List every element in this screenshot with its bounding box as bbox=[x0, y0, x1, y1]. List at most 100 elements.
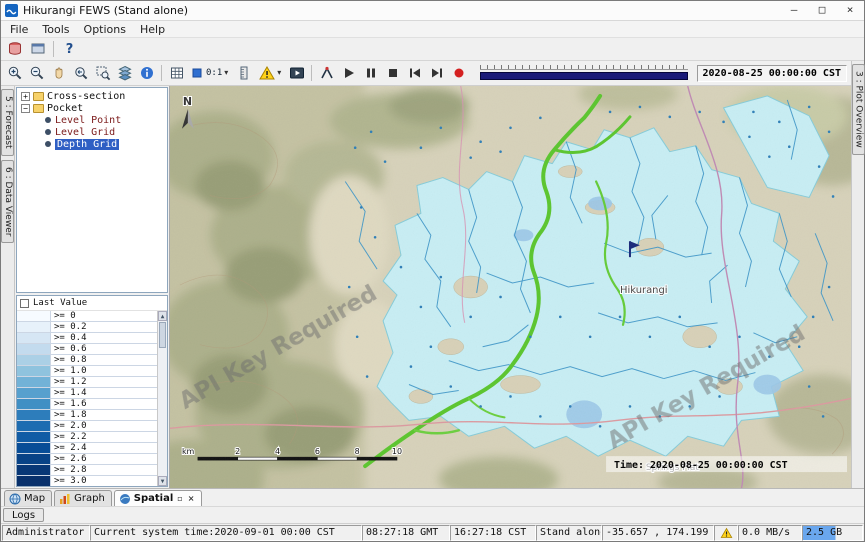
status-coordinates: -35.657 , 174.199 bbox=[602, 525, 714, 541]
time-slider-bar[interactable] bbox=[480, 72, 687, 80]
legend-swatch bbox=[17, 366, 51, 376]
map-toolbar: 0:1 ▾ ▾ bbox=[1, 61, 851, 86]
legend-header: Last Value bbox=[17, 296, 167, 311]
menu-options[interactable]: Options bbox=[77, 22, 133, 37]
layers-button[interactable] bbox=[114, 63, 135, 84]
legend-row: >= 1.2 bbox=[17, 377, 157, 388]
last-value-label: Last Value bbox=[33, 298, 87, 308]
tree-node-label: Pocket bbox=[47, 103, 83, 114]
help-button[interactable]: ? bbox=[59, 39, 80, 60]
warning-icon bbox=[720, 527, 733, 539]
animation-display-button[interactable] bbox=[286, 63, 307, 84]
view-tab-bar: Map Graph Spatial ▫ × bbox=[1, 488, 864, 506]
info-button[interactable] bbox=[136, 63, 157, 84]
toolbar-separator bbox=[53, 41, 54, 57]
pause-button[interactable] bbox=[360, 63, 381, 84]
undock-tab-icon[interactable]: ▫ bbox=[176, 495, 183, 503]
go-to-end-button[interactable] bbox=[426, 63, 447, 84]
tree-leaf-level-grid[interactable]: Level Grid bbox=[17, 126, 167, 138]
play-button[interactable] bbox=[338, 63, 359, 84]
zoom-in-button[interactable] bbox=[4, 63, 25, 84]
tab-forecast[interactable]: 5 : Forecast bbox=[1, 89, 14, 156]
last-value-checkbox[interactable] bbox=[20, 299, 29, 308]
legend-label: >= 0.6 bbox=[51, 344, 157, 354]
legend-swatch bbox=[17, 377, 51, 387]
tree-leaf-level-point[interactable]: Level Point bbox=[17, 114, 167, 126]
legend-swatch bbox=[17, 388, 51, 398]
tree-leaf-depth-grid[interactable]: Depth Grid bbox=[17, 138, 167, 150]
legend-swatch bbox=[17, 443, 51, 453]
longitudinal-section-button[interactable] bbox=[316, 63, 337, 84]
legend-scrollbar[interactable]: ▲ ▼ bbox=[157, 311, 167, 486]
explorer-button[interactable] bbox=[27, 39, 48, 60]
legend-label: >= 2.8 bbox=[51, 465, 157, 475]
close-button[interactable]: × bbox=[836, 1, 864, 20]
chevron-down-icon: ▾ bbox=[277, 69, 281, 77]
zoom-out-button[interactable] bbox=[26, 63, 47, 84]
status-warning-cell[interactable] bbox=[714, 525, 738, 541]
minimize-button[interactable]: — bbox=[780, 1, 808, 20]
record-button[interactable] bbox=[448, 63, 469, 84]
legend-row: >= 0.8 bbox=[17, 355, 157, 366]
warning-icon bbox=[259, 65, 275, 81]
legend-swatch bbox=[17, 421, 51, 431]
tree-node-pocket[interactable]: − Pocket bbox=[17, 102, 167, 114]
database-icon bbox=[7, 41, 23, 57]
value-scale-icon bbox=[192, 65, 204, 81]
legend-label: >= 1.0 bbox=[51, 366, 157, 376]
logs-button[interactable]: Logs bbox=[3, 508, 44, 522]
legend-row: >= 3.0 bbox=[17, 476, 157, 487]
scroll-down-icon[interactable]: ▼ bbox=[158, 476, 167, 486]
tree-leaf-label-selected: Depth Grid bbox=[55, 139, 119, 150]
pan-button[interactable] bbox=[48, 63, 69, 84]
tab-plot-overview[interactable]: 3 : Plot Overview bbox=[852, 64, 865, 155]
time-slider[interactable] bbox=[480, 65, 687, 81]
stop-button[interactable] bbox=[382, 63, 403, 84]
tab-graph[interactable]: Graph bbox=[54, 490, 112, 506]
legend-row: >= 0.2 bbox=[17, 322, 157, 333]
title-bar: Hikurangi FEWS (Stand alone) — □ × bbox=[1, 1, 864, 21]
tree-node-label: Cross-section bbox=[47, 91, 125, 102]
layers-icon bbox=[117, 65, 133, 81]
tab-spatial[interactable]: Spatial ▫ × bbox=[114, 490, 203, 506]
left-shortcut-strip: 5 : Forecast 6 : Data Viewer bbox=[1, 86, 15, 488]
zoom-extent-button[interactable] bbox=[92, 63, 113, 84]
map-view[interactable]: API Key Required API Key Required Hikura… bbox=[169, 86, 851, 488]
collapse-minus-icon[interactable]: − bbox=[21, 104, 30, 113]
menu-help[interactable]: Help bbox=[133, 22, 172, 37]
play-icon bbox=[341, 65, 357, 81]
maximize-button[interactable]: □ bbox=[808, 1, 836, 20]
legend-table: >= 0 >= 0.2 >= 0.4 >= 0.6 >= 0.8 >= 1.0 … bbox=[17, 311, 157, 486]
go-to-start-button[interactable] bbox=[404, 63, 425, 84]
profile-ruler-button[interactable] bbox=[233, 63, 254, 84]
status-dot-icon bbox=[45, 141, 51, 147]
close-tab-icon[interactable]: × bbox=[187, 495, 196, 503]
map-canvas[interactable]: API Key Required API Key Required Hikura… bbox=[170, 86, 851, 488]
record-icon bbox=[451, 65, 467, 81]
open-database-button[interactable] bbox=[4, 39, 25, 60]
grid-display-button[interactable] bbox=[166, 63, 187, 84]
app-logo-icon bbox=[5, 4, 18, 17]
skip-start-icon bbox=[407, 65, 423, 81]
right-shortcut-strip: 3 : Plot Overview bbox=[851, 61, 864, 488]
expand-plus-icon[interactable]: + bbox=[21, 92, 30, 101]
scroll-up-icon[interactable]: ▲ bbox=[158, 311, 167, 321]
tab-map[interactable]: Map bbox=[4, 490, 52, 506]
tab-graph-label: Graph bbox=[74, 493, 105, 504]
status-memory-usage: 2.5 GB bbox=[802, 525, 863, 541]
menu-tools[interactable]: Tools bbox=[35, 22, 76, 37]
status-download-rate: 0.0 MB/s bbox=[738, 525, 802, 541]
tab-data-viewer[interactable]: 6 : Data Viewer bbox=[1, 160, 14, 243]
data-viewer-panel: + Cross-section − Pocket Level Point bbox=[15, 86, 169, 488]
legend-swatch bbox=[17, 454, 51, 464]
status-dot-icon bbox=[45, 129, 51, 135]
scrollbar-thumb[interactable] bbox=[159, 322, 166, 348]
menu-file[interactable]: File bbox=[3, 22, 35, 37]
zoom-out-icon bbox=[29, 65, 45, 81]
scrollbar-track[interactable] bbox=[158, 349, 167, 476]
folder-icon bbox=[33, 104, 44, 113]
value-scale-dropdown[interactable]: 0:1 ▾ bbox=[188, 63, 232, 84]
zoom-previous-button[interactable] bbox=[70, 63, 91, 84]
threshold-warning-dropdown[interactable]: ▾ bbox=[255, 63, 285, 84]
tree-node-cross-section[interactable]: + Cross-section bbox=[17, 90, 167, 102]
